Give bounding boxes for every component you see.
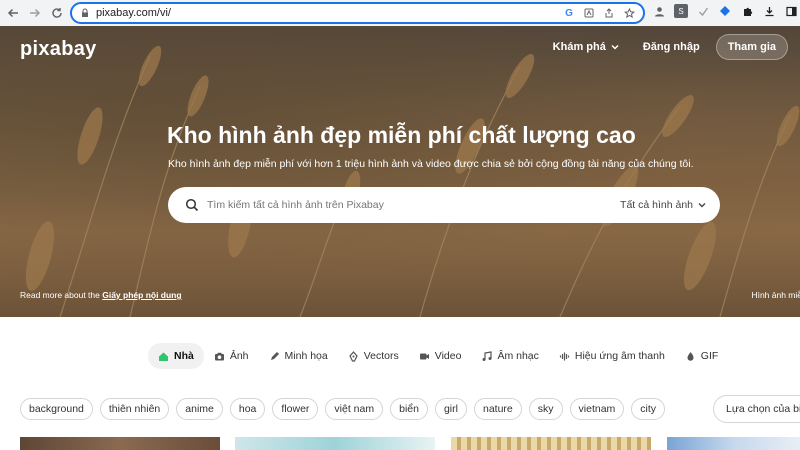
tab-label: Hiệu ứng âm thanh [574, 350, 665, 362]
search-filter-label: Tất cả hình ảnh [620, 199, 693, 211]
sound-wave-icon [559, 352, 569, 360]
license-link[interactable]: Giấy phép nội dung [102, 290, 181, 300]
tab-home[interactable]: Nhà [148, 343, 204, 369]
blue-extension-icon[interactable] [718, 4, 732, 18]
tab-label: Video [434, 350, 462, 362]
image-grid [0, 437, 800, 450]
sort-dropdown[interactable]: Lựa chọn của biê [713, 395, 800, 423]
tab-label: Minh họa [284, 350, 328, 362]
chevron-down-icon [698, 203, 706, 208]
tab-label: Vectors [363, 350, 399, 362]
translate-icon[interactable] [583, 7, 595, 19]
tab-video[interactable]: Video [409, 343, 472, 369]
tag-chip[interactable]: biển [390, 398, 428, 420]
chevron-down-icon [611, 44, 619, 50]
image-thumbnail[interactable] [451, 437, 651, 450]
home-icon [159, 352, 168, 361]
tag-chips: background thiên nhiên anime hoa flower … [20, 398, 666, 420]
search-input[interactable] [207, 199, 587, 211]
login-link[interactable]: Đăng nhập [643, 41, 700, 53]
puzzle-extensions-icon[interactable] [740, 4, 754, 18]
camera-icon [214, 352, 224, 360]
tag-chip[interactable]: girl [434, 398, 467, 420]
tab-label: Âm nhạc [497, 350, 539, 362]
gif-icon [687, 351, 694, 361]
tag-chip[interactable]: việt nam [325, 398, 384, 420]
forward-icon[interactable] [24, 2, 46, 24]
media-type-tabs: Nhà Ảnh Minh họa Vectors Video Âm nhạc H… [148, 343, 728, 369]
music-icon [482, 350, 493, 361]
tag-chip[interactable]: hoa [229, 398, 266, 420]
tab-label: Ảnh [229, 350, 249, 362]
search-bar: Tất cả hình ảnh [168, 187, 720, 223]
tab-music[interactable]: Âm nhạc [471, 343, 548, 369]
address-bar[interactable]: pixabay.com/vi/ G [70, 2, 645, 24]
video-icon [419, 353, 429, 359]
license-note: Read more about the Giấy phép nội dung [20, 290, 182, 300]
search-icon[interactable] [185, 198, 199, 212]
sidepanel-icon[interactable] [784, 4, 798, 18]
user-extension-icon[interactable] [652, 4, 666, 18]
hero-title: Kho hình ảnh đẹp miễn phí chất lượng cao [167, 122, 636, 148]
share-icon[interactable] [603, 7, 615, 19]
bookmark-star-icon[interactable] [623, 7, 635, 19]
tag-chip[interactable]: sky [528, 398, 563, 420]
license-prefix: Read more about the [20, 290, 103, 300]
image-thumbnail[interactable] [235, 437, 435, 450]
join-button[interactable]: Tham gia [715, 34, 788, 60]
reload-icon[interactable] [46, 2, 68, 24]
pixabay-logo[interactable]: pixabay [20, 38, 97, 61]
tag-chip[interactable]: nature [473, 398, 522, 420]
vector-icon [349, 350, 358, 362]
search-filter-dropdown[interactable]: Tất cả hình ảnh [620, 187, 706, 223]
google-icon[interactable]: G [563, 7, 575, 19]
image-thumbnail[interactable] [20, 437, 220, 450]
download-icon[interactable] [762, 4, 776, 18]
explore-menu[interactable]: Khám phá [553, 41, 619, 53]
hero-image-credit[interactable]: Hình ảnh miễ [751, 290, 800, 300]
tab-gif[interactable]: GIF [675, 343, 729, 369]
lock-icon[interactable] [80, 8, 90, 18]
tag-chip[interactable]: background [20, 398, 93, 420]
s-extension-icon[interactable]: S [674, 4, 688, 18]
hero-subtitle: Kho hình ảnh đẹp miễn phí với hơn 1 triệ… [168, 158, 694, 170]
tab-label: GIF [700, 350, 719, 362]
tag-chip[interactable]: vietnam [569, 398, 625, 420]
explore-label: Khám phá [552, 41, 606, 53]
tab-sound-effects[interactable]: Hiệu ứng âm thanh [549, 343, 675, 369]
tag-chip[interactable]: flower [272, 398, 319, 420]
browser-toolbar: pixabay.com/vi/ G S [0, 0, 800, 26]
tab-illustrations[interactable]: Minh họa [259, 343, 338, 369]
image-thumbnail[interactable] [667, 437, 800, 450]
tab-label: Nhà [174, 350, 194, 362]
tab-vectors[interactable]: Vectors [338, 343, 409, 369]
url-text[interactable]: pixabay.com/vi/ [96, 7, 171, 19]
tag-chip[interactable]: city [631, 398, 666, 420]
top-nav: Khám phá Đăng nhập Tham gia [553, 34, 788, 60]
tag-chip[interactable]: anime [176, 398, 223, 420]
checkmark-icon[interactable] [696, 4, 710, 18]
tab-photos[interactable]: Ảnh [204, 343, 259, 369]
hero-section: pixabay Khám phá Đăng nhập Tham gia Kho … [0, 26, 800, 317]
pencil-icon [270, 351, 279, 360]
tag-chip[interactable]: thiên nhiên [99, 398, 170, 420]
back-icon[interactable] [2, 2, 24, 24]
